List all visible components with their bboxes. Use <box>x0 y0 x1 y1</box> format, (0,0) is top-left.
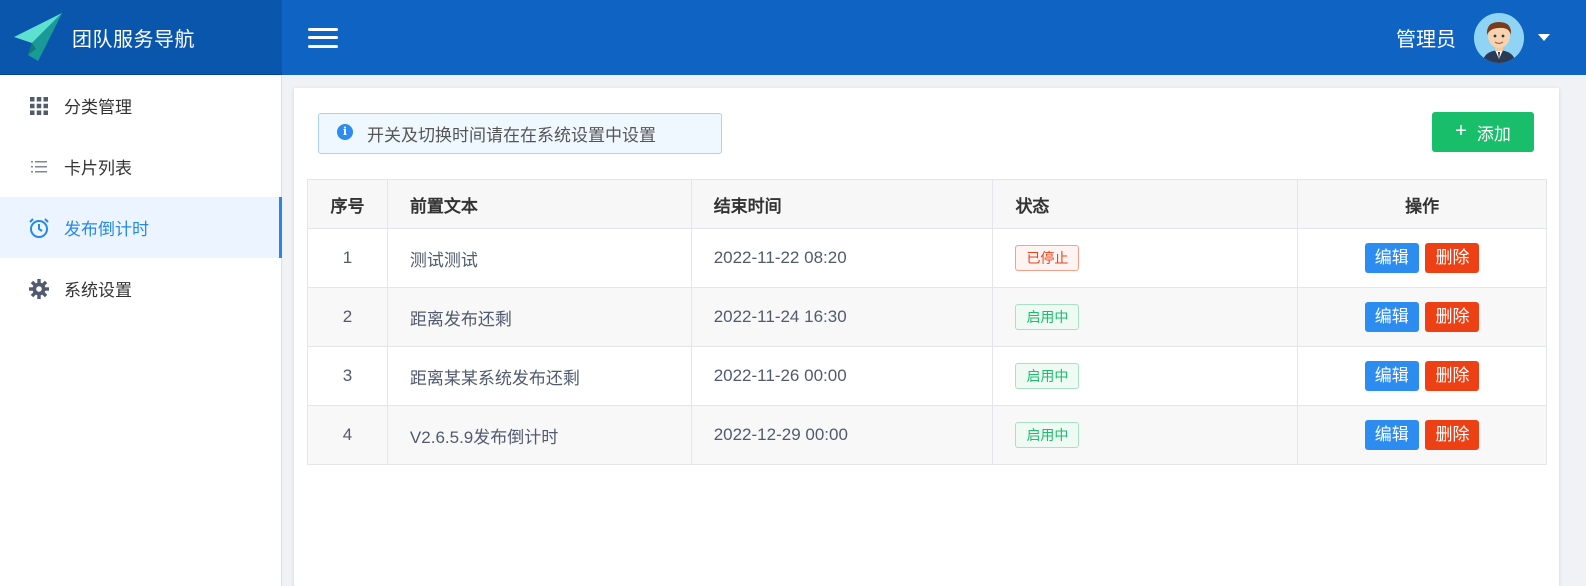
hamburger-icon-line <box>308 27 338 31</box>
add-button-label: 添加 <box>1476 124 1511 144</box>
sidebar-item-settings[interactable]: 系统设置 <box>0 258 281 319</box>
user-name: 管理员 <box>1396 29 1456 51</box>
brand[interactable]: 团队服务导航 <box>0 0 282 75</box>
edit-button[interactable]: 编辑 <box>1364 420 1419 450</box>
sidebar-item-countdown[interactable]: 发布倒计时 <box>0 197 282 258</box>
cell-text: V2.6.5.9发布倒计时 <box>386 405 692 465</box>
delete-button[interactable]: 删除 <box>1425 243 1480 273</box>
cell-status: 启用中 <box>992 405 1299 465</box>
status-badge: 已停止 <box>1015 245 1080 271</box>
column-header-index: 序号 <box>307 179 388 229</box>
countdown-table: 序号 前置文本 结束时间 状态 操作 1 测试测试 2022-11-22 08:… <box>307 179 1547 465</box>
status-badge: 启用中 <box>1015 304 1080 330</box>
delete-button[interactable]: 删除 <box>1425 420 1480 450</box>
info-notice: i 开关及切换时间请在在系统设置中设置 <box>318 113 722 154</box>
sidebar-item-label: 发布倒计时 <box>64 220 149 239</box>
sidebar-item-card-list[interactable]: 卡片列表 <box>0 136 281 197</box>
menu-toggle-button[interactable] <box>308 25 338 51</box>
user-menu[interactable]: 管理员 <box>1396 12 1586 63</box>
info-icon: i <box>337 123 353 140</box>
column-header-text: 前置文本 <box>386 179 692 229</box>
cell-actions: 编辑 删除 <box>1297 405 1547 465</box>
edit-button[interactable]: 编辑 <box>1364 243 1419 273</box>
cell-actions: 编辑 删除 <box>1297 287 1547 347</box>
cell-index: 2 <box>307 287 388 347</box>
sidebar-item-category[interactable]: 分类管理 <box>0 75 281 136</box>
table-row: 1 测试测试 2022-11-22 08:20 已停止 编辑 删除 <box>307 228 1547 288</box>
column-header-status: 状态 <box>992 179 1299 229</box>
cell-index: 3 <box>307 346 388 406</box>
avatar[interactable] <box>1474 12 1524 63</box>
cell-end-time: 2022-12-29 00:00 <box>690 405 994 465</box>
table-row: 2 距离发布还剩 2022-11-24 16:30 启用中 编辑 删除 <box>307 287 1547 347</box>
list-icon <box>28 156 50 178</box>
add-button[interactable]: + 添加 <box>1432 112 1534 152</box>
hamburger-icon-line <box>308 44 338 48</box>
column-header-end-time: 结束时间 <box>690 179 994 229</box>
cell-status: 启用中 <box>992 287 1299 347</box>
table-row: 3 距离某某系统发布还剩 2022-11-26 00:00 启用中 编辑 删除 <box>307 346 1547 406</box>
cell-index: 4 <box>307 405 388 465</box>
cell-text: 距离发布还剩 <box>386 287 692 347</box>
column-header-actions: 操作 <box>1297 179 1547 229</box>
table-header-row: 序号 前置文本 结束时间 状态 操作 <box>307 179 1547 229</box>
cell-actions: 编辑 删除 <box>1297 346 1547 406</box>
edit-button[interactable]: 编辑 <box>1364 302 1419 332</box>
delete-button[interactable]: 删除 <box>1425 302 1480 332</box>
cell-index: 1 <box>307 228 388 288</box>
cell-text: 距离某某系统发布还剩 <box>386 346 692 406</box>
top-header: 团队服务导航 管理员 <box>0 0 1586 75</box>
brand-name: 团队服务导航 <box>72 28 195 51</box>
delete-button[interactable]: 删除 <box>1425 361 1480 391</box>
sidebar-item-label: 分类管理 <box>64 98 132 117</box>
paper-plane-logo-icon <box>14 13 62 61</box>
hamburger-icon-line <box>308 36 338 39</box>
alarm-clock-icon <box>28 217 50 239</box>
cell-text: 测试测试 <box>386 228 692 288</box>
edit-button[interactable]: 编辑 <box>1364 361 1419 391</box>
table-row: 4 V2.6.5.9发布倒计时 2022-12-29 00:00 启用中 编辑 … <box>307 405 1547 465</box>
status-badge: 启用中 <box>1015 363 1080 389</box>
sidebar: 分类管理 卡片列表 发布倒计时 系统设置 <box>0 75 282 586</box>
caret-down-icon[interactable] <box>1538 34 1550 41</box>
content-panel: i 开关及切换时间请在在系统设置中设置 + 添加 序号 前置文本 结束时间 状态… <box>294 88 1559 586</box>
cell-end-time: 2022-11-26 00:00 <box>690 346 994 406</box>
gear-icon <box>28 278 50 300</box>
sidebar-item-label: 卡片列表 <box>64 159 132 178</box>
sidebar-item-label: 系统设置 <box>64 281 132 300</box>
cell-end-time: 2022-11-22 08:20 <box>690 228 994 288</box>
cell-actions: 编辑 删除 <box>1297 228 1547 288</box>
notice-text: 开关及切换时间请在在系统设置中设置 <box>367 126 656 145</box>
status-badge: 启用中 <box>1015 422 1080 448</box>
cell-end-time: 2022-11-24 16:30 <box>690 287 994 347</box>
cell-status: 启用中 <box>992 346 1299 406</box>
plus-icon: + <box>1455 119 1467 142</box>
cell-status: 已停止 <box>992 228 1299 288</box>
grid-icon <box>28 95 50 117</box>
